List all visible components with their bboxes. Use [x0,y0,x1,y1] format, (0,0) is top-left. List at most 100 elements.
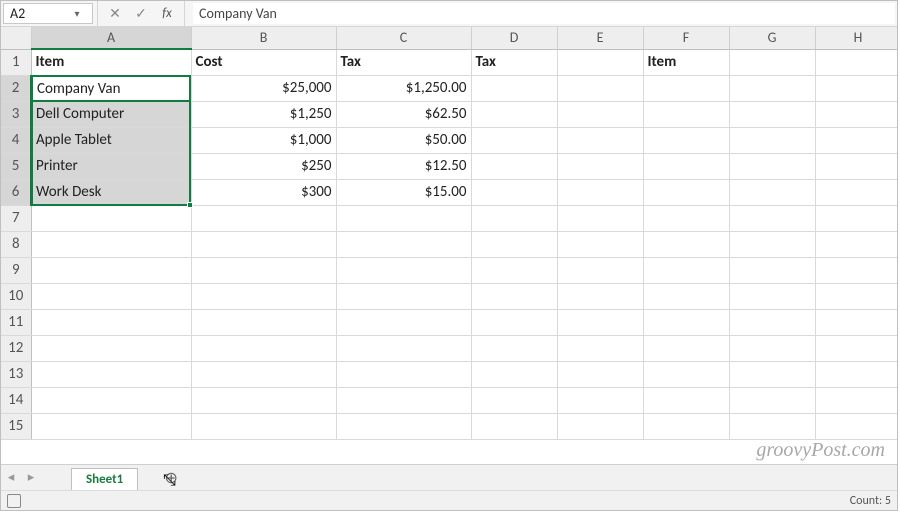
cell-F12[interactable] [643,335,729,361]
cell-G8[interactable] [729,231,815,257]
cell-C11[interactable] [336,309,471,335]
cell-F2[interactable] [643,75,729,101]
cell-A2[interactable]: Company Van [31,75,191,101]
cell-E7[interactable] [557,205,643,231]
cell-E5[interactable] [557,153,643,179]
row-header-10[interactable]: 10 [1,283,31,309]
cell-C12[interactable] [336,335,471,361]
row-header-13[interactable]: 13 [1,361,31,387]
col-header-D[interactable]: D [471,27,557,49]
cell-H1[interactable] [815,49,897,75]
insert-function-button[interactable]: fx [154,1,180,26]
row-header-7[interactable]: 7 [1,205,31,231]
cell-E6[interactable] [557,179,643,205]
cell-G4[interactable] [729,127,815,153]
cell-E4[interactable] [557,127,643,153]
cancel-formula-button[interactable]: ✕ [102,1,128,26]
col-header-C[interactable]: C [336,27,471,49]
cell-A14[interactable] [31,387,191,413]
row-header-4[interactable]: 4 [1,127,31,153]
cell-C9[interactable] [336,257,471,283]
cell-A6[interactable]: Work Desk [31,179,191,205]
cell-B12[interactable] [191,335,336,361]
cell-E3[interactable] [557,101,643,127]
cell-F11[interactable] [643,309,729,335]
col-header-H[interactable]: H [815,27,897,49]
cell-H14[interactable] [815,387,897,413]
cell-G15[interactable] [729,413,815,439]
cell-D12[interactable] [471,335,557,361]
cell-H3[interactable] [815,101,897,127]
cell-E8[interactable] [557,231,643,257]
cell-B7[interactable] [191,205,336,231]
row-header-15[interactable]: 15 [1,413,31,439]
cell-D15[interactable] [471,413,557,439]
sheet-tab-active[interactable]: Sheet1 [71,468,138,490]
cell-A9[interactable] [31,257,191,283]
cell-B14[interactable] [191,387,336,413]
row-header-11[interactable]: 11 [1,309,31,335]
cell-H13[interactable] [815,361,897,387]
cell-F3[interactable] [643,101,729,127]
cell-F14[interactable] [643,387,729,413]
cell-G7[interactable] [729,205,815,231]
cell-C4[interactable]: $50.00 [336,127,471,153]
cell-D10[interactable] [471,283,557,309]
select-all-corner[interactable] [1,27,31,49]
col-header-A[interactable]: A [31,27,191,49]
cell-H2[interactable] [815,75,897,101]
cell-B10[interactable] [191,283,336,309]
name-box-dropdown-icon[interactable]: ▾ [66,7,88,20]
cell-A4[interactable]: Apple Tablet [31,127,191,153]
cell-F13[interactable] [643,361,729,387]
cell-C13[interactable] [336,361,471,387]
cell-D14[interactable] [471,387,557,413]
cell-G3[interactable] [729,101,815,127]
row-header-8[interactable]: 8 [1,231,31,257]
cell-E9[interactable] [557,257,643,283]
cell-B1[interactable]: Cost [191,49,336,75]
cell-H6[interactable] [815,179,897,205]
cell-A5[interactable]: Printer [31,153,191,179]
cell-A1[interactable]: Item [31,49,191,75]
cell-G13[interactable] [729,361,815,387]
cell-C15[interactable] [336,413,471,439]
col-header-F[interactable]: F [643,27,729,49]
cell-H7[interactable] [815,205,897,231]
row-header-5[interactable]: 5 [1,153,31,179]
formula-input[interactable]: Company Van [193,3,895,24]
cell-F4[interactable] [643,127,729,153]
cell-E11[interactable] [557,309,643,335]
cell-D4[interactable] [471,127,557,153]
cell-D11[interactable] [471,309,557,335]
cell-C7[interactable] [336,205,471,231]
cell-G11[interactable] [729,309,815,335]
record-macro-icon[interactable] [7,494,21,508]
cell-G2[interactable] [729,75,815,101]
cell-F9[interactable] [643,257,729,283]
cell-D5[interactable] [471,153,557,179]
cell-B11[interactable] [191,309,336,335]
row-header-12[interactable]: 12 [1,335,31,361]
cell-E13[interactable] [557,361,643,387]
cell-A13[interactable] [31,361,191,387]
cell-B6[interactable]: $300 [191,179,336,205]
cell-C8[interactable] [336,231,471,257]
cell-C1[interactable]: Tax [336,49,471,75]
row-header-3[interactable]: 3 [1,101,31,127]
row-header-2[interactable]: 2 [1,75,31,101]
cell-G5[interactable] [729,153,815,179]
cell-D7[interactable] [471,205,557,231]
row-header-9[interactable]: 9 [1,257,31,283]
cell-G9[interactable] [729,257,815,283]
cell-A12[interactable] [31,335,191,361]
cell-G12[interactable] [729,335,815,361]
cell-E2[interactable] [557,75,643,101]
cell-G1[interactable] [729,49,815,75]
cell-F15[interactable] [643,413,729,439]
cell-F8[interactable] [643,231,729,257]
cell-B5[interactable]: $250 [191,153,336,179]
cell-B13[interactable] [191,361,336,387]
cell-H8[interactable] [815,231,897,257]
next-sheet-icon[interactable]: ▸ [21,470,41,485]
